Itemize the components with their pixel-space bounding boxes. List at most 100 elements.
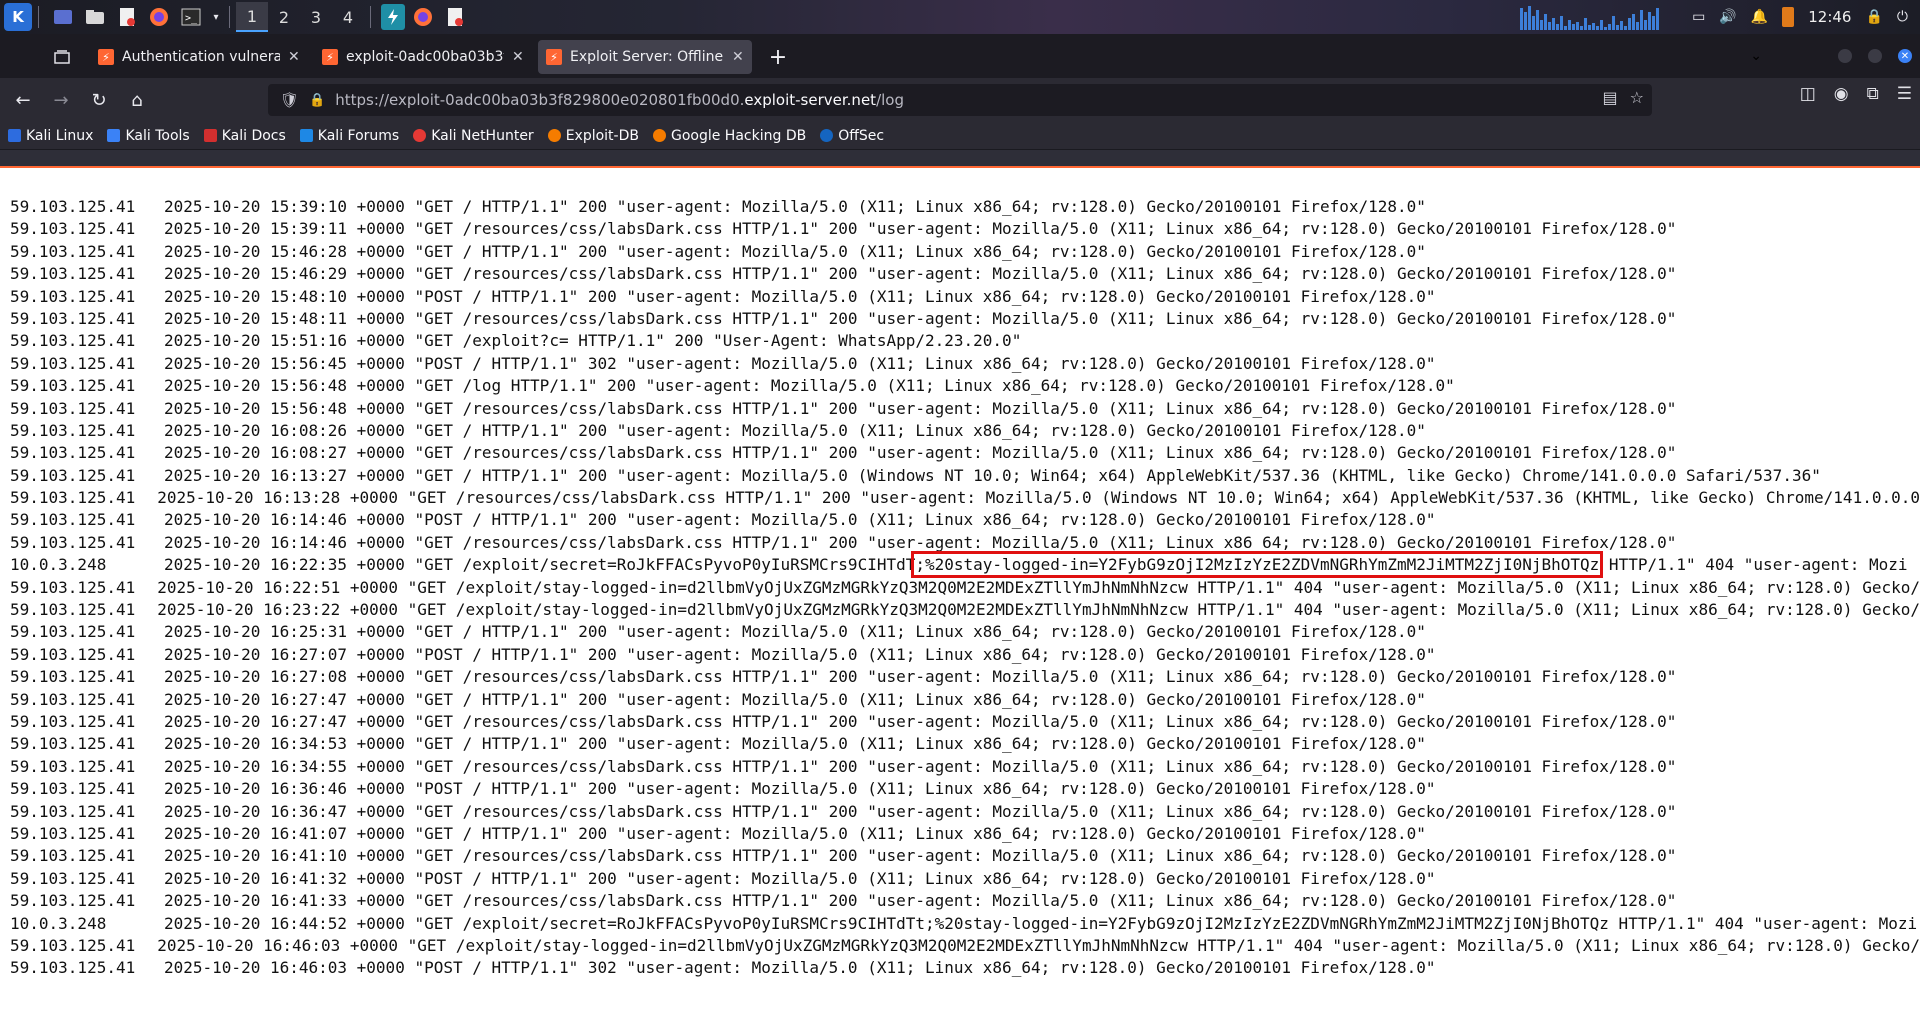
document-window-icon[interactable] <box>441 4 469 30</box>
close-icon[interactable]: ✕ <box>732 49 744 65</box>
workspace-4[interactable]: 4 <box>332 2 364 32</box>
chevron-down-icon[interactable]: ⌄ <box>1750 48 1762 64</box>
pocket-icon[interactable]: ◫ <box>1800 84 1816 104</box>
log-entry: 2025-10-20 16:36:46 +0000 "POST / HTTP/1… <box>164 779 1436 799</box>
reload-icon[interactable]: ↻ <box>82 84 116 116</box>
bookmark-star-icon[interactable]: ☆ <box>1630 88 1644 107</box>
workspace-1[interactable]: 1 <box>236 2 268 32</box>
back-arrow-icon[interactable]: ← <box>6 84 40 116</box>
log-entry: 2025-10-20 15:46:29 +0000 "GET /resource… <box>164 264 1677 284</box>
log-entry: 2025-10-20 15:39:10 +0000 "GET / HTTP/1.… <box>164 197 1426 216</box>
kali-forums-icon <box>299 129 313 142</box>
log-entry: 2025-10-20 16:34:53 +0000 "GET / HTTP/1.… <box>164 734 1426 754</box>
url-domain: exploit-server.net <box>744 91 877 109</box>
log-row: 59.103.125.41 2025-10-20 16:08:27 +0000 "… <box>0 442 1920 464</box>
tab-title: Exploit Server: Offline pas <box>570 49 724 65</box>
clock[interactable]: 12:46 <box>1808 8 1851 26</box>
log-row: 59.103.125.41 2025-10-20 15:46:28 +0000 "… <box>0 241 1920 263</box>
extensions-icon[interactable]: ⧉ <box>1867 84 1879 104</box>
bookmark-offsec[interactable]: OffSec <box>820 128 884 144</box>
shield-icon[interactable]: 🛡 <box>280 91 299 109</box>
log-ip: 59.103.125.41 <box>10 644 136 664</box>
log-row: 59.103.125.41 2025-10-20 16:27:47 +0000 "… <box>0 711 1920 733</box>
log-ip: 59.103.125.41 <box>10 488 136 508</box>
volume-icon[interactable]: 🔊 <box>1719 9 1736 25</box>
terminal-icon[interactable]: >_ <box>177 4 205 30</box>
text-editor-icon[interactable] <box>113 4 141 30</box>
file-manager-icon[interactable] <box>81 4 109 30</box>
log-ip: 59.103.125.41 <box>10 823 136 843</box>
log-ip: 59.103.125.41 <box>10 286 136 306</box>
log-row: 59.103.125.41 2025-10-20 15:48:11 +0000 "… <box>0 308 1920 330</box>
tab-list-button[interactable] <box>42 40 82 74</box>
lock-icon[interactable]: 🔒 <box>309 93 325 108</box>
kali-dragon-icon <box>8 129 21 142</box>
bookmark-kali-docs[interactable]: Kali Docs <box>203 128 286 144</box>
log-entry: 2025-10-20 16:41:10 +0000 "GET /resource… <box>164 846 1677 866</box>
log-ip: 59.103.125.41 <box>10 465 136 485</box>
log-row: 59.103.125.41 2025-10-20 15:51:16 +0000 "… <box>0 330 1920 352</box>
log-entry: 2025-10-20 16:25:31 +0000 "GET / HTTP/1.… <box>164 622 1426 642</box>
panel-separator <box>38 6 39 28</box>
log-ip: 59.103.125.41 <box>10 801 136 821</box>
burp-suite-icon[interactable] <box>381 4 405 30</box>
new-tab-button[interactable]: + <box>760 40 796 74</box>
log-row: 10.0.3.248 2025-10-20 16:22:35 +0000 "GET… <box>0 551 1920 579</box>
bookmark-kali-nethunter[interactable]: Kali NetHunter <box>413 128 534 144</box>
log-row: 59.103.125.41 2025-10-20 16:36:46 +0000 "… <box>0 778 1920 800</box>
bookmarks-toolbar: Kali Linux Kali Tools Kali Docs Kali For… <box>0 122 1920 150</box>
log-row: 59.103.125.41 2025-10-20 16:36:47 +0000 "… <box>0 801 1920 823</box>
log-entry: 2025-10-20 15:39:11 +0000 "GET /resource… <box>164 219 1677 239</box>
close-icon[interactable]: ✕ <box>288 49 300 65</box>
log-entry: 2025-10-20 16:27:07 +0000 "POST / HTTP/1… <box>164 644 1436 664</box>
display-icon[interactable]: ▭ <box>1692 9 1705 25</box>
battery-icon[interactable] <box>1782 7 1795 27</box>
log-row: 59.103.125.41 2025-10-20 15:46:29 +0000 "… <box>0 263 1920 285</box>
log-ip: 59.103.125.41 <box>10 600 136 620</box>
tab-exploit-server-log[interactable]: ⚡ Exploit Server: Offline pas ✕ <box>538 40 752 74</box>
forward-arrow-icon[interactable]: → <box>44 84 78 116</box>
bookmark-exploit-db[interactable]: Exploit-DB <box>547 128 639 144</box>
workspace-2[interactable]: 2 <box>268 2 300 32</box>
kali-tools-icon <box>107 129 121 142</box>
account-icon[interactable]: ◉ <box>1834 84 1849 104</box>
tab-exploit-server[interactable]: ⚡ exploit-0adc00ba03b3f8 ✕ <box>314 40 532 74</box>
menu-icon[interactable]: ☰ <box>1897 84 1912 104</box>
show-desktop-icon[interactable] <box>49 4 77 30</box>
firefox-window-icon[interactable] <box>409 4 437 30</box>
url-bar-actions: ▤ ☆ <box>1603 88 1644 107</box>
close-window-button[interactable]: ✕ <box>1898 49 1912 63</box>
log-entry: 2025-10-20 16:13:28 +0000 "GET /resource… <box>157 488 1920 508</box>
bookmark-google-hacking-db[interactable]: Google Hacking DB <box>652 128 806 144</box>
home-icon[interactable]: ⌂ <box>120 84 154 116</box>
tab-title: Authentication vulnerabili <box>122 49 280 65</box>
firefox-launcher-icon[interactable] <box>145 4 173 30</box>
maximize-button[interactable] <box>1868 49 1882 63</box>
url-path: /log <box>876 91 904 109</box>
log-row: 59.103.125.41 2025-10-20 16:27:07 +0000 "… <box>0 644 1920 666</box>
log-ip: 59.103.125.41 <box>10 734 136 754</box>
notification-bell-icon[interactable]: 🔔 <box>1751 9 1768 25</box>
url-bar[interactable]: 🛡 🔒 https://exploit-0adc00ba03b3f829800e… <box>268 84 1652 116</box>
offsec-icon <box>820 129 834 142</box>
close-icon[interactable]: ✕ <box>512 49 524 65</box>
chevron-down-icon[interactable]: ▾ <box>209 4 223 30</box>
log-entry: 2025-10-20 16:13:27 +0000 "GET / HTTP/1.… <box>164 465 1821 485</box>
log-ip: 59.103.125.41 <box>10 689 136 709</box>
tab-authentication[interactable]: ⚡ Authentication vulnerabili ✕ <box>90 40 308 74</box>
log-row: 59.103.125.41 2025-10-20 16:23:22 +0000 "… <box>0 599 1920 621</box>
reader-view-icon[interactable]: ▤ <box>1603 88 1618 107</box>
log-row: 59.103.125.41 2025-10-20 16:41:33 +0000 "… <box>0 890 1920 912</box>
bookmark-kali-forums[interactable]: Kali Forums <box>299 128 399 144</box>
lock-icon[interactable]: 🔒 <box>1865 9 1882 25</box>
power-icon[interactable]: ⏻ <box>1897 9 1908 25</box>
bookmark-kali-tools[interactable]: Kali Tools <box>107 128 190 144</box>
kali-menu-icon[interactable]: K <box>4 3 32 31</box>
minimize-button[interactable] <box>1838 49 1852 63</box>
log-row: 59.103.125.41 2025-10-20 16:14:46 +0000 "… <box>0 532 1920 554</box>
kali-docs-icon <box>203 129 217 142</box>
portswigger-favicon-icon: ⚡ <box>546 49 562 65</box>
log-entry: 2025-10-20 16:41:07 +0000 "GET / HTTP/1.… <box>164 823 1426 843</box>
workspace-3[interactable]: 3 <box>300 2 332 32</box>
bookmark-kali-linux[interactable]: Kali Linux <box>8 128 93 144</box>
